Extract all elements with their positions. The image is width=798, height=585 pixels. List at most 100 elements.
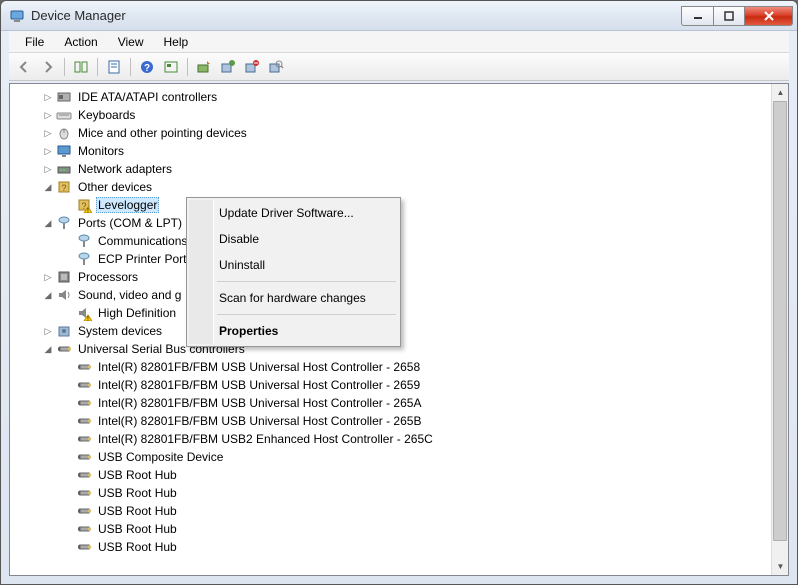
window-title: Device Manager xyxy=(31,8,681,23)
titlebar[interactable]: Device Manager xyxy=(1,1,797,31)
tree-node[interactable]: Intel(R) 82801FB/FBM USB2 Enhanced Host … xyxy=(14,430,788,448)
tree-node[interactable]: ▷ Mice and other pointing devices xyxy=(14,124,788,142)
tree-node[interactable]: ▷ Monitors xyxy=(14,142,788,160)
context-menu-item[interactable]: Scan for hardware changes xyxy=(189,285,398,311)
svg-text:!: ! xyxy=(87,208,89,213)
context-menu-item[interactable]: Uninstall xyxy=(189,252,398,278)
expand-icon[interactable]: ▷ xyxy=(42,325,54,337)
tree-node[interactable]: ◢Universal Serial Bus controllers xyxy=(14,340,788,358)
expand-icon[interactable]: ▷ xyxy=(42,109,54,121)
refresh-button[interactable] xyxy=(160,56,182,78)
forward-button[interactable] xyxy=(37,56,59,78)
show-hide-button[interactable] xyxy=(70,56,92,78)
tree-node-label: Intel(R) 82801FB/FBM USB2 Enhanced Host … xyxy=(96,432,435,446)
tree-node[interactable]: ▷ Keyboards xyxy=(14,106,788,124)
tree-node-label: Sound, video and g xyxy=(76,288,183,302)
tree-node[interactable]: Intel(R) 82801FB/FBM USB Universal Host … xyxy=(14,358,788,376)
usb-icon xyxy=(76,395,92,411)
scan-hardware-button[interactable] xyxy=(265,56,287,78)
port-icon xyxy=(76,251,92,267)
back-button[interactable] xyxy=(13,56,35,78)
expand-icon[interactable]: ▷ xyxy=(42,91,54,103)
tree-node[interactable]: Communications xyxy=(14,232,788,250)
usb-icon xyxy=(76,359,92,375)
tree-node[interactable]: USB Root Hub xyxy=(14,484,788,502)
context-menu-gutter xyxy=(189,200,214,344)
tree-node[interactable]: ▷IDE ATA/ATAPI controllers xyxy=(14,88,788,106)
tree-node[interactable]: ◢?Other devices xyxy=(14,178,788,196)
tree-node-label: Mice and other pointing devices xyxy=(76,126,249,140)
expand-icon[interactable]: ▷ xyxy=(42,127,54,139)
expand-icon xyxy=(62,451,74,463)
kb-icon xyxy=(56,107,72,123)
menu-action[interactable]: Action xyxy=(54,33,107,51)
usb-icon xyxy=(76,449,92,465)
expand-icon[interactable]: ▷ xyxy=(42,163,54,175)
usb-icon xyxy=(76,539,92,555)
expand-icon[interactable]: ◢ xyxy=(42,343,54,355)
tree-node[interactable]: Intel(R) 82801FB/FBM USB Universal Host … xyxy=(14,376,788,394)
tree-node[interactable]: ◢Ports (COM & LPT) xyxy=(14,214,788,232)
vertical-scrollbar[interactable]: ▲ ▼ xyxy=(771,84,788,575)
close-button[interactable] xyxy=(745,6,793,26)
expand-icon[interactable]: ◢ xyxy=(42,217,54,229)
tree-node[interactable]: ◢ Sound, video and g xyxy=(14,286,788,304)
menu-file[interactable]: File xyxy=(15,33,54,51)
expand-icon xyxy=(62,379,74,391)
disable-button[interactable] xyxy=(241,56,263,78)
tree-node[interactable]: ▷Network adapters xyxy=(14,160,788,178)
scroll-up-icon[interactable]: ▲ xyxy=(772,84,789,101)
port-icon xyxy=(76,233,92,249)
menu-view[interactable]: View xyxy=(108,33,154,51)
tree-node-label: Keyboards xyxy=(76,108,137,122)
tree-node[interactable]: ▷ Processors xyxy=(14,268,788,286)
tree-node[interactable]: USB Root Hub xyxy=(14,502,788,520)
tree-node-label: ECP Printer Port xyxy=(96,252,188,266)
tree-node[interactable]: Intel(R) 82801FB/FBM USB Universal Host … xyxy=(14,412,788,430)
menu-help[interactable]: Help xyxy=(154,33,199,51)
cpu-icon xyxy=(56,269,72,285)
tree-node-label: Processors xyxy=(76,270,140,284)
tree-node[interactable]: ▷ System devices xyxy=(14,322,788,340)
usb-icon xyxy=(76,377,92,393)
tree-node[interactable]: USB Root Hub xyxy=(14,466,788,484)
help-button[interactable]: ? xyxy=(136,56,158,78)
tree-node[interactable]: ?!Levelogger xyxy=(14,196,788,214)
tree-node[interactable]: Intel(R) 82801FB/FBM USB Universal Host … xyxy=(14,394,788,412)
expand-icon[interactable]: ◢ xyxy=(42,181,54,193)
context-menu-item[interactable]: Properties xyxy=(189,318,398,344)
tree-node[interactable]: USB Composite Device xyxy=(14,448,788,466)
tree-node[interactable]: ! High Definition xyxy=(14,304,788,322)
expand-icon xyxy=(62,523,74,535)
warn2-icon: ! xyxy=(76,305,92,321)
toolbar-separator xyxy=(64,58,65,76)
expand-icon xyxy=(62,415,74,427)
tree-node-label: USB Root Hub xyxy=(96,486,179,500)
context-menu-item[interactable]: Disable xyxy=(189,226,398,252)
uninstall-button[interactable] xyxy=(217,56,239,78)
tree-node-label: High Definition xyxy=(96,306,178,320)
tree-node-label: System devices xyxy=(76,324,164,338)
tree-node-label: Monitors xyxy=(76,144,126,158)
scroll-down-icon[interactable]: ▼ xyxy=(772,558,789,575)
expand-icon xyxy=(62,487,74,499)
context-menu-item[interactable]: Update Driver Software... xyxy=(189,200,398,226)
snd-icon xyxy=(56,287,72,303)
expand-icon[interactable]: ◢ xyxy=(42,289,54,301)
update-driver-button[interactable] xyxy=(193,56,215,78)
minimize-button[interactable] xyxy=(681,6,713,26)
maximize-button[interactable] xyxy=(713,6,745,26)
expand-icon xyxy=(62,469,74,481)
properties-button[interactable] xyxy=(103,56,125,78)
other-icon: ? xyxy=(56,179,72,195)
sys-icon xyxy=(56,323,72,339)
tree-node[interactable]: ECP Printer Port xyxy=(14,250,788,268)
svg-text:?: ? xyxy=(61,183,66,193)
expand-icon[interactable]: ▷ xyxy=(42,145,54,157)
expand-icon[interactable]: ▷ xyxy=(42,271,54,283)
usb-icon xyxy=(56,341,72,357)
expand-icon xyxy=(62,505,74,517)
tree-node[interactable]: USB Root Hub xyxy=(14,538,788,556)
scroll-thumb[interactable] xyxy=(773,101,787,541)
tree-node[interactable]: USB Root Hub xyxy=(14,520,788,538)
